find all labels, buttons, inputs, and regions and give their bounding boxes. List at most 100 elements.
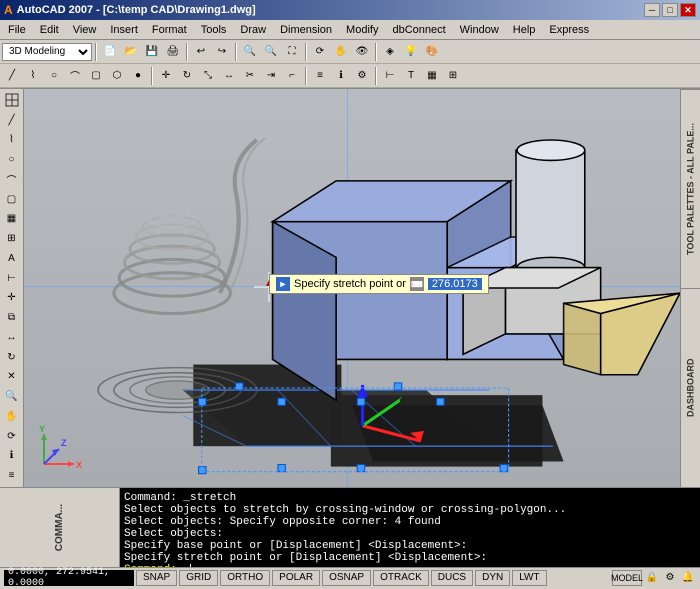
tb-hatch[interactable]: ▦: [422, 66, 442, 86]
menu-help[interactable]: Help: [507, 22, 542, 38]
lt-arc[interactable]: ⌒: [2, 170, 22, 189]
tray-icon3[interactable]: 🔔: [680, 570, 696, 586]
tb-fillet[interactable]: ⌐: [282, 66, 302, 86]
ducs-button[interactable]: DUCS: [431, 570, 473, 586]
tb-rotate[interactable]: ↻: [177, 66, 197, 86]
tb-cylinder[interactable]: ⬡: [107, 66, 127, 86]
tb-redo[interactable]: ↪: [212, 42, 232, 62]
tb-move[interactable]: ✛: [156, 66, 176, 86]
menu-edit[interactable]: Edit: [34, 22, 65, 38]
tb-view[interactable]: 👁: [352, 42, 372, 62]
tray-icon2[interactable]: ⚙: [662, 570, 678, 586]
menu-window[interactable]: Window: [454, 22, 505, 38]
tb-scale[interactable]: ⤡: [198, 66, 218, 86]
command-window[interactable]: Command: _stretch Select objects to stre…: [120, 488, 700, 567]
lt-layer[interactable]: ≡: [2, 466, 22, 485]
lt-block[interactable]: ⊞: [2, 229, 22, 248]
otrack-button[interactable]: OTRACK: [373, 570, 429, 586]
tb-block[interactable]: ⊞: [443, 66, 463, 86]
snap-button[interactable]: SNAP: [136, 570, 177, 586]
lt-rotate[interactable]: ↻: [2, 348, 22, 367]
lt-orbit[interactable]: ⟳: [2, 427, 22, 446]
lt-polyline[interactable]: ⌇: [2, 131, 22, 150]
tb-layer[interactable]: ≡: [310, 66, 330, 86]
dashboard-tab[interactable]: DASHBOARD: [681, 288, 700, 487]
tb-arc[interactable]: ⌒: [65, 66, 85, 86]
menu-dbconnect[interactable]: dbConnect: [386, 22, 451, 38]
viewport[interactable]: ► Specify stretch point or ⌨ 276.0173 X …: [24, 89, 680, 487]
grid-button[interactable]: GRID: [179, 570, 218, 586]
tb-zoom-in[interactable]: 🔍: [240, 42, 260, 62]
cmd-line-6: Specify stretch point or [Displacement] …: [124, 552, 696, 564]
toolbar-row2: ╱ ⌇ ○ ⌒ ▢ ⬡ ● ✛ ↻ ⤡ ↔ ✂ ⇥ ⌐ ≡ ℹ ⚙ ⊢ T ▦ …: [0, 64, 700, 88]
dyn-button[interactable]: DYN: [475, 570, 510, 586]
maximize-button[interactable]: □: [662, 3, 678, 17]
lt-circle[interactable]: ○: [2, 150, 22, 169]
tb-new[interactable]: 📄: [100, 42, 120, 62]
close-button[interactable]: ✕: [680, 3, 696, 17]
menu-express[interactable]: Express: [543, 22, 595, 38]
status-bar: 0.0000, 272.9541, 0.0000 SNAP GRID ORTHO…: [0, 567, 700, 587]
menu-dimension[interactable]: Dimension: [274, 22, 338, 38]
tb-polyline[interactable]: ⌇: [23, 66, 43, 86]
lt-text[interactable]: A: [2, 249, 22, 268]
tb-save[interactable]: 💾: [142, 42, 162, 62]
lt-zoom[interactable]: 🔍: [2, 387, 22, 406]
tb-undo[interactable]: ↩: [191, 42, 211, 62]
lt-erase[interactable]: ✕: [2, 368, 22, 387]
tool-palettes-tab[interactable]: TOOL PALETTES - ALL PALE...: [681, 89, 700, 288]
lt-stretch[interactable]: ↔: [2, 328, 22, 347]
tb-open[interactable]: 📂: [121, 42, 141, 62]
lt-dim[interactable]: ⊢: [2, 269, 22, 288]
tb-box[interactable]: ▢: [86, 66, 106, 86]
tb-matchprop[interactable]: ⚙: [352, 66, 372, 86]
toolbar-sep3: [235, 43, 237, 61]
lwt-button[interactable]: LWT: [512, 570, 546, 586]
tb-print[interactable]: 🖨: [163, 42, 183, 62]
lt-line[interactable]: ╱: [2, 111, 22, 130]
tray-icon1[interactable]: 🔒: [644, 570, 660, 586]
polar-button[interactable]: POLAR: [272, 570, 320, 586]
menu-bar: File Edit View Insert Format Tools Draw …: [0, 20, 700, 40]
lt-move[interactable]: ✛: [2, 289, 22, 308]
menu-view[interactable]: View: [67, 22, 103, 38]
tb-3dorbit[interactable]: ⟳: [310, 42, 330, 62]
tb-circle[interactable]: ○: [44, 66, 64, 86]
tb-line[interactable]: ╱: [2, 66, 22, 86]
tb-stretch[interactable]: ↔: [219, 66, 239, 86]
tb-light[interactable]: 💡: [401, 42, 421, 62]
tb-trim[interactable]: ✂: [240, 66, 260, 86]
menu-file[interactable]: File: [2, 22, 32, 38]
minimize-button[interactable]: ─: [644, 3, 660, 17]
menu-modify[interactable]: Modify: [340, 22, 384, 38]
menu-tools[interactable]: Tools: [195, 22, 233, 38]
tb-zoom-fit[interactable]: ⛶: [282, 42, 302, 62]
title-bar-controls[interactable]: ─ □ ✕: [644, 3, 696, 17]
tb-properties[interactable]: ℹ: [331, 66, 351, 86]
tb-extend[interactable]: ⇥: [261, 66, 281, 86]
lt-rectangle[interactable]: ▢: [2, 190, 22, 209]
cmd-line-1: Command: _stretch: [124, 492, 696, 504]
tb-render[interactable]: ◈: [380, 42, 400, 62]
lt-props[interactable]: ℹ: [2, 447, 22, 466]
command-area: COMMA... Command: _stretch Select object…: [0, 487, 700, 567]
ortho-button[interactable]: ORTHO: [220, 570, 270, 586]
canvas-area[interactable]: ► Specify stretch point or ⌨ 276.0173 X …: [24, 89, 680, 487]
lt-copy[interactable]: ⧉: [2, 308, 22, 327]
menu-draw[interactable]: Draw: [234, 22, 272, 38]
lt-pan[interactable]: ✋: [2, 407, 22, 426]
tb-pan[interactable]: ✋: [331, 42, 351, 62]
tb-zoom-out[interactable]: 🔍: [261, 42, 281, 62]
model-space-btn[interactable]: MODEL: [612, 570, 642, 586]
workspace-dropdown[interactable]: 3D Modeling AutoCAD Classic 2D Drafting …: [2, 43, 92, 61]
lt-hatch[interactable]: ▦: [2, 210, 22, 229]
osnap-button[interactable]: OSNAP: [322, 570, 371, 586]
menu-insert[interactable]: Insert: [104, 22, 144, 38]
tb-sphere[interactable]: ●: [128, 66, 148, 86]
prompt-box: ► Specify stretch point or ⌨ 276.0173: [269, 274, 489, 294]
tb-text[interactable]: T: [401, 66, 421, 86]
tb-dim[interactable]: ⊢: [380, 66, 400, 86]
menu-format[interactable]: Format: [146, 22, 193, 38]
cmd-prompt[interactable]: Command:: [124, 564, 696, 567]
tb-material[interactable]: 🎨: [422, 42, 442, 62]
